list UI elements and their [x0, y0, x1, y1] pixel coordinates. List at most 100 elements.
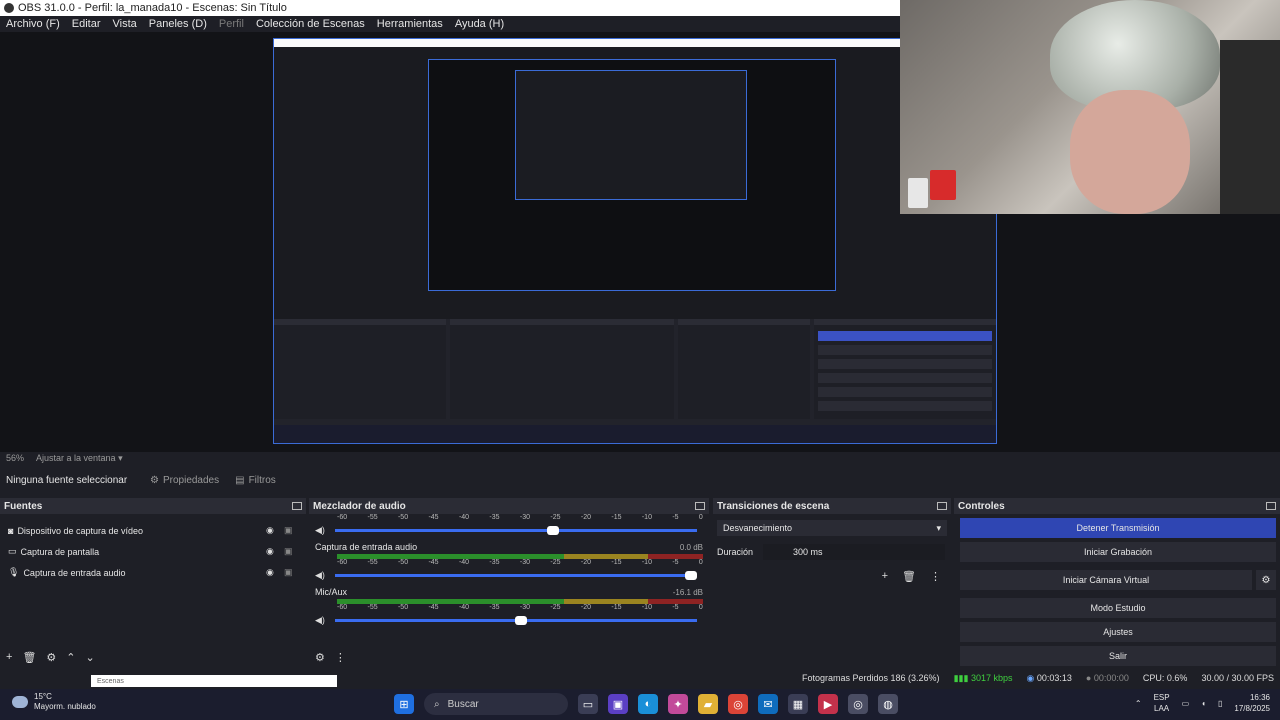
nested-taskbar	[274, 425, 996, 443]
menu-tools[interactable]: Herramientas	[371, 18, 449, 30]
stream-time: ◉ 00:03:13	[1026, 672, 1072, 683]
obs-taskbar-icon[interactable]: ◍	[878, 694, 898, 714]
media-icon[interactable]: ▶	[818, 694, 838, 714]
volume-slider-knob[interactable]	[685, 570, 697, 580]
nested-controls-dock	[814, 319, 996, 419]
windows-start-icon[interactable]: ⊞	[394, 694, 414, 714]
lock-icon[interactable]: ▣	[284, 525, 293, 536]
duration-spinbox[interactable]: 300 ms	[763, 544, 945, 560]
taskbar-search[interactable]: ⌕ Buscar	[424, 693, 568, 715]
scenes-window-peek[interactable]: Escenas	[91, 675, 337, 687]
nested-settings-button	[818, 387, 992, 397]
stop-stream-button[interactable]: Detener Transmisión	[960, 518, 1276, 538]
speaker-icon[interactable]: ◀)	[315, 525, 327, 536]
clock[interactable]: 16:36 17/8/2025	[1234, 692, 1270, 714]
microphone-icon: 🎙	[8, 567, 20, 577]
properties-button[interactable]: ⚙ Propiedades	[142, 475, 227, 486]
volume-icon[interactable]: ◖	[1201, 699, 1206, 708]
speaker-icon[interactable]: ◀)	[315, 570, 327, 581]
task-view-icon[interactable]: ▭	[578, 694, 598, 714]
volume-row: ◀)	[315, 614, 703, 626]
add-icon[interactable]: +	[882, 570, 888, 583]
filters-button[interactable]: ▤ Filtros	[227, 475, 284, 486]
outlook-icon[interactable]: ✉	[758, 694, 778, 714]
eye-icon[interactable]: ◉	[266, 525, 274, 536]
arrow-down-icon[interactable]: ⌄	[86, 651, 95, 664]
tick-label: -45	[428, 604, 439, 611]
source-item[interactable]: ▭ Captura de pantalla ◉ ▣	[0, 541, 306, 562]
fit-to-window-dropdown[interactable]: Ajustar a la ventana ▾	[36, 453, 123, 464]
tick-label: -50	[397, 514, 409, 521]
menu-view[interactable]: Vista	[107, 18, 143, 30]
kebab-icon[interactable]: ⋮	[930, 570, 941, 583]
volume-row: ◀)	[315, 569, 703, 581]
lock-icon[interactable]: ▣	[284, 567, 293, 578]
menu-profile[interactable]: Perfil	[213, 18, 250, 30]
chrome-active-icon[interactable]: ◎	[848, 694, 868, 714]
nested-exit-button	[818, 401, 992, 411]
teams-icon[interactable]: ▣	[608, 694, 628, 714]
meter-ticks: -60 -55 -50 -45 -40 -35 -30 -25 -20 -15 -10 -5 0	[337, 559, 703, 569]
channel-name: Mic/Aux	[315, 587, 348, 597]
gear-icon[interactable]: ⚙	[46, 651, 56, 664]
popout-icon[interactable]	[1266, 502, 1276, 510]
volume-slider[interactable]	[335, 570, 697, 580]
tick-label: -15	[611, 514, 622, 521]
menu-scene-collection[interactable]: Colección de Escenas	[250, 18, 371, 30]
trash-icon[interactable]: 🗑	[22, 651, 36, 664]
tick-label: -5	[672, 604, 679, 611]
store-icon[interactable]: ▦	[788, 694, 808, 714]
meter-ticks: -60 -55 -50 -45 -40 -35 -30 -25 -20 -15 -10 -5 0	[337, 514, 703, 524]
record-icon: ●	[1085, 673, 1092, 683]
chrome-icon[interactable]: ◎	[728, 694, 748, 714]
webcam-video-source[interactable]	[900, 0, 1280, 214]
source-item[interactable]: 🎙 Captura de entrada audio ◉ ▣	[0, 562, 306, 583]
weather-widget[interactable]: 15°C Mayorm. nublado	[12, 692, 96, 712]
file-explorer-icon[interactable]: ▰	[698, 694, 718, 714]
battery-icon[interactable]: ▯	[1218, 699, 1222, 708]
language-indicator[interactable]: ESP LAA	[1154, 692, 1170, 714]
volume-row: ◀)	[315, 524, 703, 536]
advanced-audio-icon[interactable]: ⚙	[315, 651, 325, 664]
preview-screen-capture[interactable]	[273, 38, 997, 444]
volume-slider-knob[interactable]	[514, 615, 527, 625]
transition-select[interactable]: Desvanecimiento ▾	[717, 520, 947, 536]
chevron-up-icon[interactable]: ⌃	[1135, 699, 1142, 708]
speaker-icon[interactable]: ◀)	[315, 615, 327, 626]
source-label: Captura de entrada audio	[23, 567, 126, 578]
display-icon[interactable]: ▭	[1182, 699, 1190, 708]
start-virtual-cam-button[interactable]: Iniciar Cámara Virtual	[960, 570, 1252, 590]
nested-sources-dock	[274, 319, 446, 419]
gear-icon[interactable]: ⚙	[1256, 570, 1276, 590]
menu-edit[interactable]: Editar	[66, 18, 107, 30]
menu-bar: Archivo (F) Editar Vista Paneles (D) Per…	[0, 16, 900, 32]
arrow-up-icon[interactable]: ⌃	[66, 651, 75, 664]
menu-docks[interactable]: Paneles (D)	[143, 18, 213, 30]
start-recording-button[interactable]: Iniciar Grabación	[960, 542, 1276, 562]
transitions-toolbar: + 🗑 ⋮	[713, 570, 951, 583]
eye-icon[interactable]: ◉	[266, 546, 274, 557]
tick-label: -15	[611, 559, 622, 566]
studio-mode-button[interactable]: Modo Estudio	[960, 598, 1276, 618]
menu-file[interactable]: Archivo (F)	[0, 18, 66, 30]
source-item[interactable]: ◙ Dispositivo de captura de vídeo ◉ ▣	[0, 520, 306, 541]
dropped-frames: Fotogramas Perdidos 186 (3.26%)	[801, 673, 940, 683]
preview-zoom-bar: 56% Ajustar a la ventana ▾	[0, 452, 1280, 464]
menu-help[interactable]: Ayuda (H)	[449, 18, 510, 30]
exit-button[interactable]: Salir	[960, 646, 1276, 666]
settings-button[interactable]: Ajustes	[960, 622, 1276, 642]
kebab-icon[interactable]: ⋮	[335, 651, 346, 664]
trash-icon[interactable]: 🗑	[902, 570, 916, 583]
lock-icon[interactable]: ▣	[284, 546, 293, 557]
tick-label: -35	[489, 559, 500, 566]
add-icon[interactable]: +	[6, 651, 12, 664]
popout-icon[interactable]	[292, 502, 302, 510]
volume-slider[interactable]	[335, 615, 697, 625]
popout-icon[interactable]	[937, 502, 947, 510]
eye-icon[interactable]: ◉	[266, 567, 274, 578]
edge-icon[interactable]: ◐	[638, 694, 658, 714]
volume-slider[interactable]	[335, 525, 697, 535]
volume-slider-knob[interactable]	[547, 525, 560, 535]
popout-icon[interactable]	[695, 502, 705, 510]
copilot-icon[interactable]: ✦	[668, 694, 688, 714]
